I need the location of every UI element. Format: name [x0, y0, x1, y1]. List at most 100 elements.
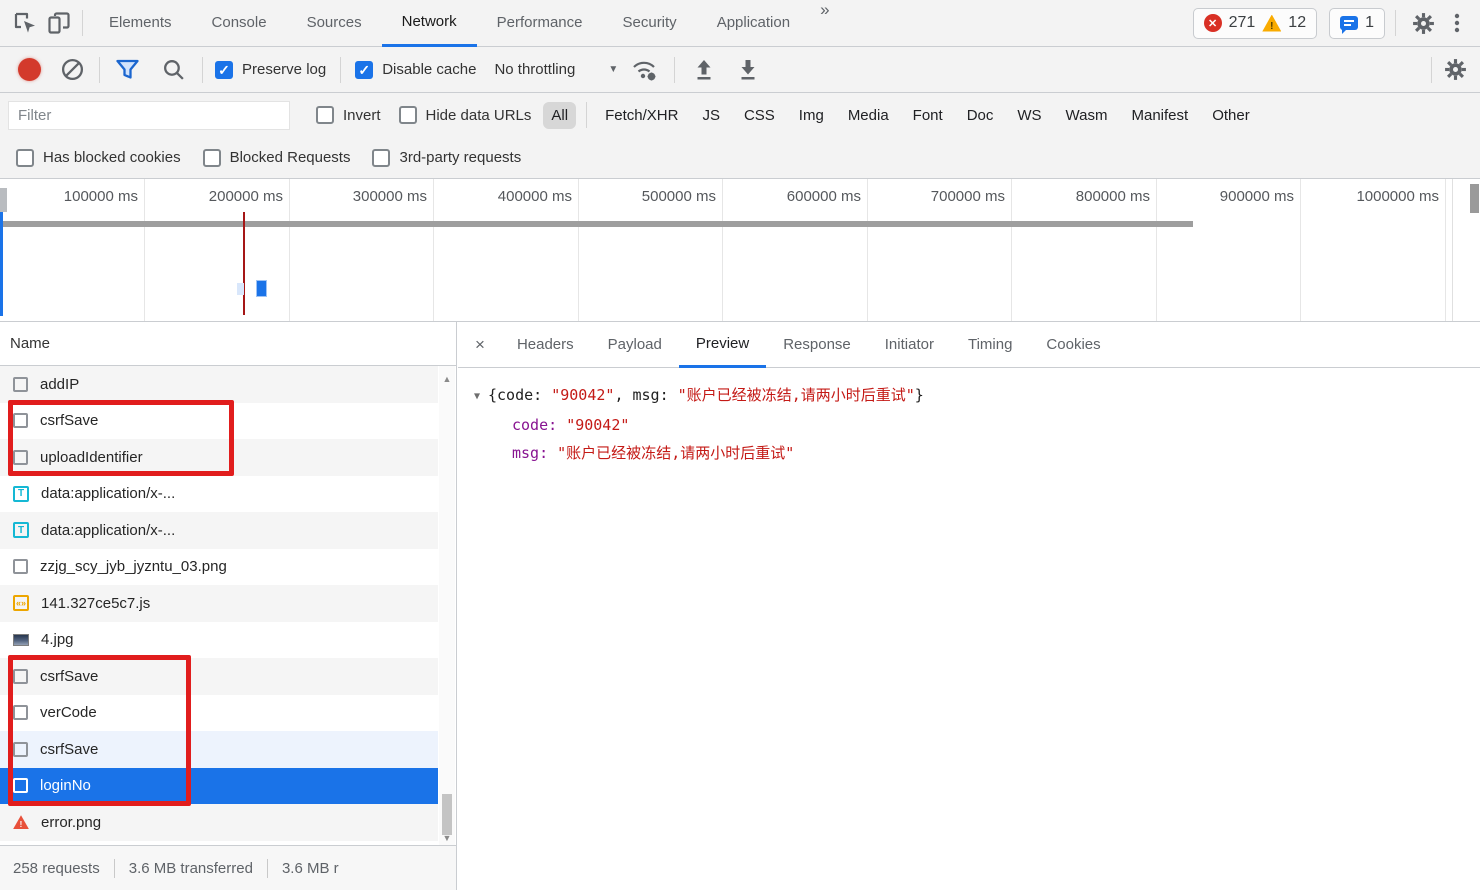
filter-type-manifest[interactable]: Manifest: [1124, 102, 1197, 129]
filter-type-js[interactable]: JS: [694, 102, 728, 129]
filter-type-doc[interactable]: Doc: [959, 102, 1002, 129]
tab-sources[interactable]: Sources: [287, 0, 382, 47]
toolbar-divider: [1431, 56, 1432, 83]
gridline: [1445, 179, 1446, 321]
throttling-select[interactable]: No throttling ▼: [494, 61, 628, 78]
scroll-down-icon[interactable]: ▼: [439, 833, 455, 843]
three-dot-menu-icon: [1454, 13, 1460, 33]
download-icon: [741, 59, 755, 79]
warning-count: 12: [1288, 14, 1307, 31]
import-har-button[interactable]: [687, 53, 721, 87]
tab-performance[interactable]: Performance: [477, 0, 603, 47]
request-row-zzjg-png[interactable]: zzjg_scy_jyb_jyzntu_03.png: [0, 549, 438, 586]
error-icon: ✕: [1203, 14, 1222, 32]
tab-network[interactable]: Network: [381, 0, 477, 47]
scrollbar-thumb[interactable]: [442, 794, 452, 835]
tab-initiator[interactable]: Initiator: [868, 322, 951, 368]
filter-type-ws[interactable]: WS: [1009, 102, 1049, 129]
json-summary-msg-value: "账户已经被冻结,请两小时后重试": [677, 386, 915, 404]
tab-cookies[interactable]: Cookies: [1029, 322, 1117, 368]
requests-panel: Name addIP csrfSave uploadIdentifier T d…: [0, 322, 457, 890]
hide-data-urls-checkbox[interactable]: Hide data URLs: [398, 106, 531, 124]
preserve-log-checkbox[interactable]: ✓ Preserve log: [215, 60, 326, 79]
request-name: csrfSave: [40, 740, 99, 758]
more-tabs-chevron[interactable]: »: [810, 0, 839, 47]
request-row-error-png[interactable]: ! error.png: [0, 804, 438, 841]
request-row-csrfSave-3[interactable]: csrfSave: [0, 731, 438, 768]
tab-elements[interactable]: Elements: [89, 0, 192, 47]
request-row-data-app-1[interactable]: T data:application/x-...: [0, 476, 438, 513]
request-row-loginNo-selected[interactable]: loginNo: [0, 767, 438, 804]
devtools-menu-button[interactable]: [1440, 6, 1474, 40]
timeline-scrollbar-thumb[interactable]: [1470, 184, 1479, 213]
filter-type-fetch-xhr[interactable]: Fetch/XHR: [597, 102, 686, 129]
has-blocked-cookies-checkbox[interactable]: Has blocked cookies: [16, 148, 181, 167]
timeline-tick: 1000000 ms: [1356, 188, 1439, 205]
issues-badge[interactable]: 1: [1329, 7, 1385, 39]
request-row-uploadIdentifier[interactable]: uploadIdentifier: [0, 439, 438, 476]
inspect-element-button[interactable]: [8, 6, 42, 40]
tab-security[interactable]: Security: [603, 0, 697, 47]
json-code-line[interactable]: code: "90042": [474, 411, 1480, 439]
device-toolbar-button[interactable]: [42, 6, 76, 40]
requests-list: addIP csrfSave uploadIdentifier T data:a…: [0, 366, 438, 845]
warning-icon: !: [1262, 14, 1282, 32]
disable-cache-checkbox[interactable]: ✓ Disable cache: [355, 60, 476, 79]
request-name: uploadIdentifier: [40, 448, 143, 466]
tab-console[interactable]: Console: [192, 0, 287, 47]
request-row-data-app-2[interactable]: T data:application/x-...: [0, 512, 438, 549]
scroll-up-icon[interactable]: ▲: [439, 374, 455, 384]
request-name: loginNo: [40, 777, 91, 795]
filter-type-other[interactable]: Other: [1204, 102, 1258, 129]
network-overview-timeline[interactable]: 100000 ms 200000 ms 300000 ms 400000 ms …: [0, 179, 1480, 322]
request-row-csrfSave-2[interactable]: csrfSave: [0, 658, 438, 695]
json-summary-open: {code:: [488, 386, 552, 404]
filter-input[interactable]: [8, 100, 290, 130]
gridline: [1011, 179, 1012, 321]
tab-application[interactable]: Application: [697, 0, 810, 47]
third-party-requests-checkbox[interactable]: 3rd-party requests: [372, 148, 521, 167]
clear-button[interactable]: [55, 53, 89, 87]
filter-type-css[interactable]: CSS: [736, 102, 783, 129]
json-preview: ▼ {code: "90042", msg: "账户已经被冻结,请两小时后重试"}…: [458, 368, 1480, 467]
request-row-csrfSave[interactable]: csrfSave: [0, 403, 438, 440]
gridline: [289, 179, 290, 321]
tab-headers[interactable]: Headers: [500, 322, 591, 368]
filter-type-font[interactable]: Font: [905, 102, 951, 129]
json-summary-close: }: [914, 386, 924, 404]
request-row-4-jpg[interactable]: 4.jpg: [0, 622, 438, 659]
json-msg-line[interactable]: msg: "账户已经被冻结,请两小时后重试": [474, 439, 1480, 467]
request-row-addIP[interactable]: addIP: [0, 366, 438, 403]
json-root-line[interactable]: ▼ {code: "90042", msg: "账户已经被冻结,请两小时后重试"}: [474, 381, 1480, 411]
tab-payload[interactable]: Payload: [591, 322, 679, 368]
gridline: [433, 179, 434, 321]
timeline-tick: 100000 ms: [63, 188, 138, 205]
blocked-requests-checkbox[interactable]: Blocked Requests: [202, 148, 350, 167]
close-icon[interactable]: ×: [458, 335, 500, 355]
filter-type-all[interactable]: All: [543, 101, 577, 129]
gridline: [144, 179, 145, 321]
network-conditions-button[interactable]: [628, 53, 662, 87]
filter-type-media[interactable]: Media: [840, 102, 897, 129]
record-button[interactable]: [18, 58, 41, 81]
export-har-button[interactable]: [731, 53, 765, 87]
devtools-settings-button[interactable]: [1406, 6, 1440, 40]
json-msg-value: "账户已经被冻结,请两小时后重试": [557, 444, 795, 462]
search-button[interactable]: [156, 53, 190, 87]
network-settings-button[interactable]: [1438, 53, 1472, 87]
request-row-verCode[interactable]: verCode: [0, 695, 438, 732]
filter-toggle-button[interactable]: [110, 53, 144, 87]
invert-checkbox[interactable]: Invert: [316, 106, 381, 124]
expander-triangle-icon[interactable]: ▼: [474, 383, 488, 411]
filter-type-wasm[interactable]: Wasm: [1058, 102, 1116, 129]
requests-scrollbar[interactable]: ▲ ▼: [439, 366, 455, 845]
doc-icon: [13, 778, 28, 794]
tab-preview[interactable]: Preview: [678, 322, 767, 368]
filter-type-img[interactable]: Img: [791, 102, 832, 129]
tab-timing[interactable]: Timing: [951, 322, 1029, 368]
errors-warnings-badge[interactable]: ✕ 271 ! 12: [1192, 7, 1318, 39]
tab-response[interactable]: Response: [766, 322, 868, 368]
name-column-header[interactable]: Name: [0, 322, 456, 366]
request-row-js-file[interactable]: «» 141.327ce5c7.js: [0, 585, 438, 622]
timeline-tick: 800000 ms: [1075, 188, 1150, 205]
